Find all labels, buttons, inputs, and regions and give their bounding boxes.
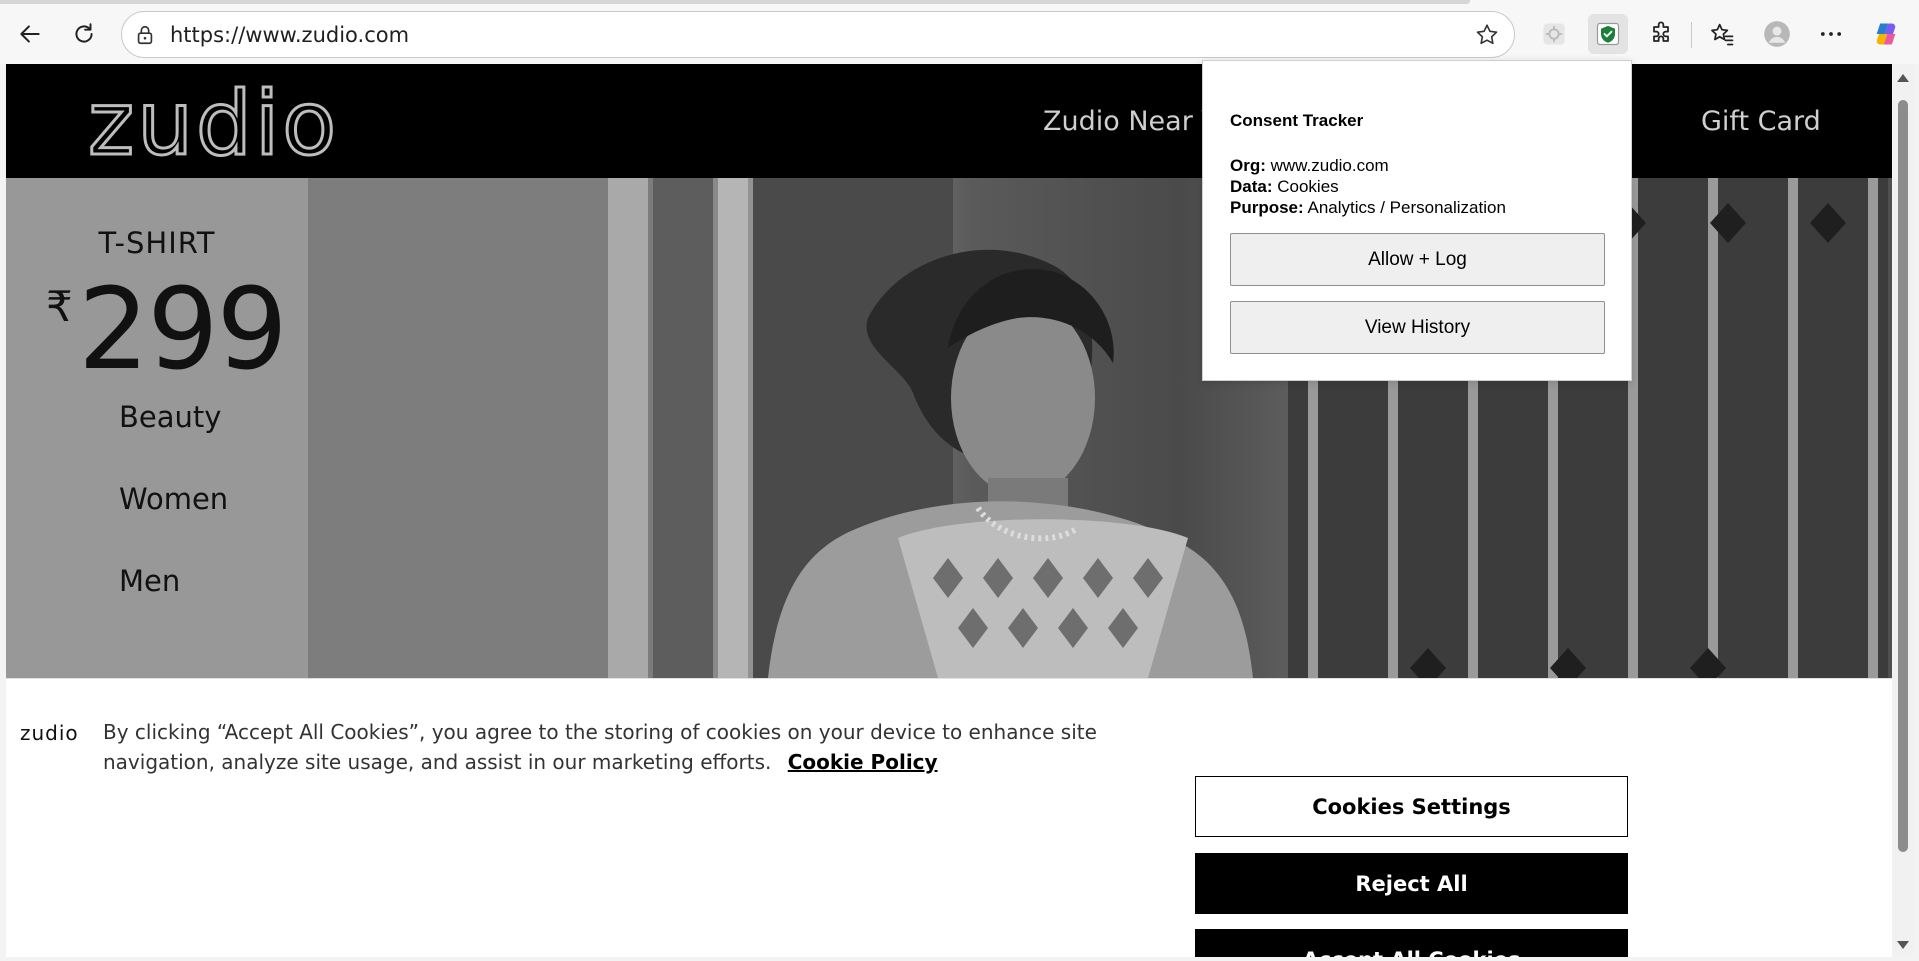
reject-all-button[interactable]: Reject All [1195,853,1628,914]
copilot-icon [1876,23,1896,45]
purpose-label: Purpose: [1230,198,1304,217]
data-value: Cookies [1277,177,1339,196]
popup-purpose-line: Purpose: Analytics / Personalization [1230,198,1506,218]
consent-tracker-extension-button[interactable] [1588,14,1628,54]
popup-title: Consent Tracker [1230,111,1364,130]
purpose-value: Analytics / Personalization [1307,198,1506,217]
org-value: www.zudio.com [1270,156,1389,175]
browser-toolbar: https://www.zudio.com [0,0,1919,64]
back-button[interactable] [10,14,50,54]
scroll-up-arrow[interactable] [1897,74,1909,82]
back-arrow-icon [20,25,40,43]
category-beauty[interactable]: Beauty [119,400,221,434]
popup-data-line: Data: Cookies [1230,177,1339,197]
scroll-thumb[interactable] [1898,100,1908,852]
profile-button[interactable] [1757,14,1797,54]
favorites-button[interactable] [1702,14,1742,54]
refresh-button[interactable] [64,14,104,54]
cookie-banner-logo: zudio [20,721,79,745]
promo-panel: T-SHIRT ₹ 299 Beauty Women Men [6,178,308,678]
scroll-down-arrow[interactable] [1897,941,1909,949]
site-logo[interactable]: zudio [86,78,339,169]
favorites-icon [1711,23,1734,46]
url-text[interactable]: https://www.zudio.com [170,23,409,47]
allow-log-button[interactable]: Allow + Log [1230,233,1605,286]
copilot-button[interactable] [1866,14,1906,54]
nav-link-gift-card[interactable]: Gift Card [1701,106,1821,137]
page-scrollbar[interactable] [1893,64,1913,957]
view-history-button[interactable]: View History [1230,301,1605,354]
cookie-consent-message: By clicking “Accept All Cookies”, you ag… [103,720,1097,774]
more-icon [1820,32,1842,36]
toolbar-separator [1691,22,1692,48]
consent-tracker-popup: Consent Tracker Org: www.zudio.com Data:… [1202,60,1632,381]
tab-strip [0,0,1470,4]
puzzle-icon [1653,21,1669,42]
extensions-button[interactable] [1641,14,1681,54]
shield-icon [1596,22,1620,46]
promo-price: 299 [78,265,288,395]
cookies-settings-button[interactable]: Cookies Settings [1195,776,1628,837]
org-label: Org: [1230,156,1266,175]
more-button[interactable] [1811,14,1851,54]
cookie-policy-link[interactable]: Cookie Policy [788,750,938,774]
star-icon[interactable] [1474,22,1500,48]
cookie-banner: zudio By clicking “Accept All Cookies”, … [6,678,1892,957]
category-women[interactable]: Women [119,482,228,516]
profile-icon [1764,21,1790,47]
address-bar[interactable]: https://www.zudio.com [121,11,1515,58]
refresh-icon [75,23,93,43]
data-label: Data: [1230,177,1273,196]
extension-gear-button[interactable] [1534,14,1574,54]
cookie-banner-text: By clicking “Accept All Cookies”, you ag… [103,717,1133,777]
popup-org-line: Org: www.zudio.com [1230,156,1389,176]
hero-photo [308,178,1888,678]
lock-icon[interactable] [134,24,156,46]
category-men[interactable]: Men [119,564,180,598]
promo-currency: ₹ [46,282,73,331]
accept-all-cookies-button[interactable]: Accept All Cookies [1195,929,1628,957]
hero-image[interactable] [308,178,1892,678]
promo-label: T-SHIRT [98,226,216,260]
gear-icon [1543,23,1565,45]
